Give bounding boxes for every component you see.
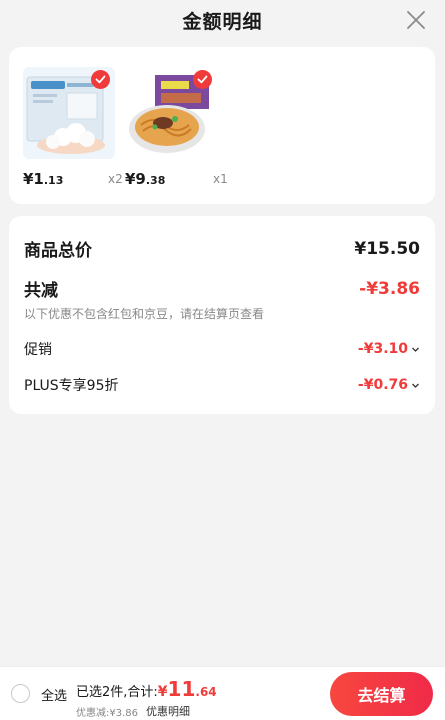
checkout-button[interactable]: 去结算: [330, 672, 433, 716]
close-button[interactable]: [405, 9, 427, 31]
discount-note: 以下优惠不包含红包和京豆，请在结算页查看: [24, 307, 265, 321]
reduce-value: -¥3.86: [359, 278, 420, 299]
price-summary-card: 商品总价 ¥15.50 共减 -¥3.86 以下优惠不包含红包和京豆，请在结算页…: [9, 216, 435, 414]
product-image-noodles[interactable]: [125, 67, 217, 159]
checkout-bar: 全选 已选2件,合计: ¥ 11 .64 优惠减:¥3.86 优惠明细 去结算: [0, 666, 445, 720]
discount-line: 优惠减:¥3.86 优惠明细: [76, 703, 190, 719]
page-title: 金额明细: [182, 10, 263, 33]
promo-row[interactable]: 促销 -¥3.10: [24, 339, 420, 359]
chevron-down-icon[interactable]: [411, 381, 420, 390]
product-item-2[interactable]: ¥9 .38 x1: [125, 67, 228, 188]
close-icon: [407, 11, 425, 29]
select-all-radio[interactable]: [11, 684, 30, 703]
discount-text: 优惠减:¥3.86: [76, 707, 138, 719]
promo-value: -¥3.10: [357, 341, 408, 357]
chevron-down-icon[interactable]: [411, 345, 420, 354]
plus-row[interactable]: PLUS专享95折 -¥0.76: [24, 375, 420, 395]
product-price: ¥9 .38: [125, 170, 225, 188]
product-card: ¥1 .13 x2 ¥9 .38 x1: [9, 47, 435, 204]
product-image-cotton-pads[interactable]: [23, 67, 115, 159]
reduce-row: 共减 -¥3.86: [24, 276, 420, 302]
total-symbol: ¥: [157, 684, 168, 700]
reduce-label: 共减: [24, 281, 58, 301]
selected-text: 已选2件,合计:: [76, 685, 158, 700]
price-sub: .13: [43, 174, 64, 187]
product-item-1[interactable]: ¥1 .13 x2: [23, 67, 123, 188]
product-qty: x2: [108, 172, 123, 186]
promo-value-group[interactable]: -¥3.10: [358, 341, 420, 357]
plus-value-group[interactable]: -¥0.76: [358, 377, 420, 393]
selected-check-icon[interactable]: [91, 70, 110, 89]
total-value: ¥15.50: [354, 238, 420, 259]
discount-detail-link[interactable]: 优惠明细: [146, 703, 190, 719]
selected-check-icon[interactable]: [193, 70, 212, 89]
product-qty: x1: [213, 172, 228, 186]
price-sub: .38: [145, 174, 166, 187]
selected-summary: 已选2件,合计: ¥ 11 .64: [76, 677, 217, 701]
select-all-label[interactable]: 全选: [41, 685, 67, 704]
price-main: ¥9: [125, 170, 146, 188]
total-sub: .64: [195, 685, 217, 699]
total-main: 11: [167, 677, 196, 701]
total-row: 商品总价 ¥15.50: [24, 236, 420, 262]
header: 金额明细: [0, 0, 445, 40]
promo-label: 促销: [24, 342, 52, 358]
price-main: ¥1: [23, 170, 44, 188]
total-label: 商品总价: [24, 241, 92, 261]
plus-value: -¥0.76: [357, 377, 408, 393]
plus-label: PLUS专享95折: [24, 378, 119, 394]
